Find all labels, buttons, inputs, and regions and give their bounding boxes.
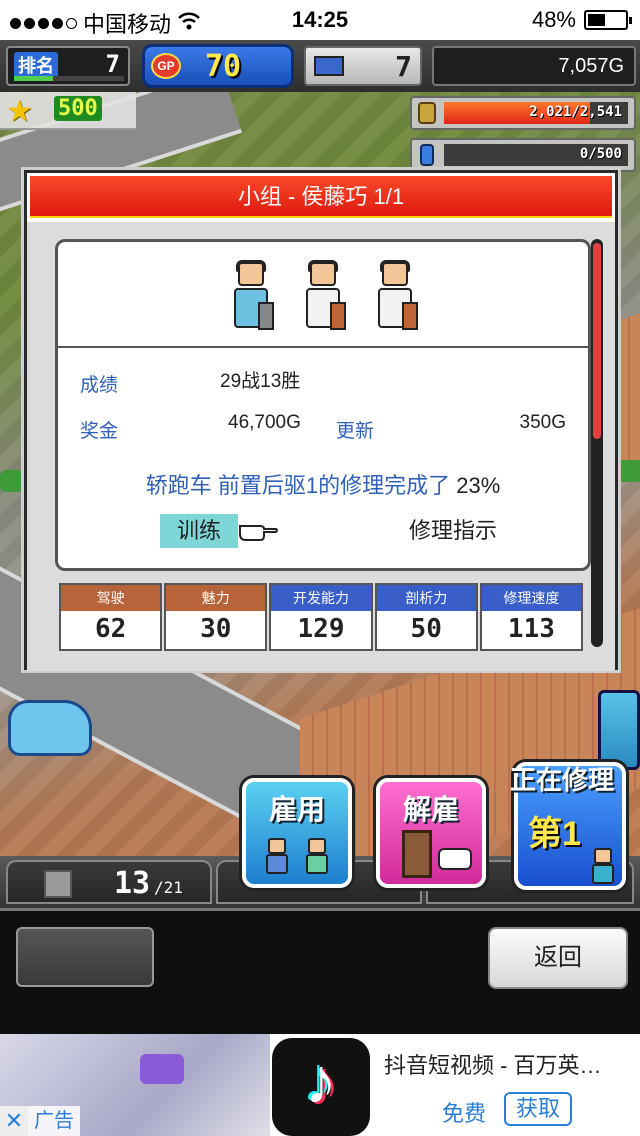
research-text: 2,021/2,541: [529, 104, 622, 120]
stat-label: 剖析力: [376, 585, 476, 611]
repair-instructions-button[interactable]: 修理指示: [378, 514, 528, 548]
mechanic-avatar-2[interactable]: [370, 260, 420, 332]
gp-value: 70: [205, 49, 242, 84]
person-icon: [590, 848, 616, 884]
record-label: 成绩: [80, 375, 119, 396]
close-icon[interactable]: ✕: [0, 1106, 28, 1136]
gp-coin-icon: GP: [151, 53, 181, 79]
mechanic-avatar-1[interactable]: [298, 260, 348, 332]
stat-label: 驾驶: [61, 585, 161, 611]
repair-progress-message: 轿跑车 前置后驱1的修理完成了: [145, 473, 451, 498]
ad-price: 免费: [442, 1101, 487, 1126]
record-value: 29战13胜: [220, 371, 301, 392]
star-points: ★ 500: [0, 92, 136, 130]
member-count: 13: [114, 866, 151, 901]
car-sprite[interactable]: [8, 700, 92, 756]
coin-stack-icon: [418, 102, 436, 124]
stat-driving: 驾驶 62: [59, 583, 163, 651]
fire-button[interactable]: 解雇: [376, 778, 486, 888]
battery-icon: [584, 10, 632, 30]
stat-value: 129: [271, 611, 371, 649]
prize-value: 46,700G: [228, 412, 301, 433]
stat-development: 开发能力 129: [269, 583, 373, 651]
rank-badge: 第1: [528, 815, 581, 853]
fuel-text: 0/500: [579, 146, 622, 162]
stat-value: 30: [166, 611, 266, 649]
research-bar: 2,021/2,541: [410, 96, 636, 130]
empty-slot-button[interactable]: [16, 927, 154, 987]
tab-members[interactable]: 13 /21: [6, 860, 212, 904]
ad-image[interactable]: ✕ 广告: [0, 1034, 270, 1136]
crate-icon: [44, 870, 72, 898]
hire-button[interactable]: 雇用: [242, 778, 352, 888]
top-hud: 排名 7 GP 70 7 7,057G: [0, 40, 640, 92]
team-dialog: 小组 - 侯藤巧 1/1 成绩 29战13胜 奖金 46,700G 更新 350…: [24, 170, 618, 671]
stat-label: 开发能力: [271, 585, 371, 611]
stat-repair-speed: 修理速度 113: [479, 583, 584, 651]
driver-avatar[interactable]: [226, 260, 276, 332]
computer-value: 7: [395, 50, 412, 83]
stat-label: 魅力: [166, 585, 266, 611]
door-icon: [402, 830, 432, 878]
hire-label: 雇用: [268, 794, 325, 825]
team-card: 成绩 29战13胜 奖金 46,700G 更新 350G 轿跑车 前置后驱1的修…: [55, 239, 591, 571]
repair-progress: 轿跑车 前置后驱1的修理完成了 23%: [58, 468, 588, 500]
computer-icon: [314, 56, 344, 76]
stat-value: 50: [376, 611, 476, 649]
rank-progress-bar: [14, 76, 124, 81]
battery-percent: 48%: [531, 7, 576, 32]
team-members: [58, 242, 588, 348]
fire-label: 解雇: [402, 794, 459, 825]
rank-display[interactable]: 排名 7: [6, 46, 130, 86]
fuel-icon: [420, 144, 434, 166]
app-logo-icon[interactable]: ♪: [272, 1038, 370, 1136]
ad-title[interactable]: 抖音短视频 - 百万英…: [384, 1048, 634, 1080]
ad-banner[interactable]: ✕ 广告 ♪ 抖音短视频 - 百万英… 免费 获取: [0, 1034, 640, 1136]
dialog-title: 小组 - 侯藤巧 1/1: [30, 176, 612, 218]
stats-table: 驾驶 62 魅力 30 开发能力 129 剖析力 50 修理速度 113: [59, 583, 584, 651]
repairing-label: 正在修理: [510, 765, 615, 795]
stat-value: 62: [61, 611, 161, 649]
star-icon: ★: [6, 95, 33, 128]
rank-value: 7: [105, 50, 120, 78]
get-button[interactable]: 获取: [504, 1092, 572, 1126]
trash-bin-sprite: [598, 690, 640, 770]
repairing-rank-button[interactable]: 正在修理 第1: [510, 762, 626, 890]
stat-analysis: 剖析力 50: [374, 583, 478, 651]
computer-display[interactable]: 7: [304, 46, 422, 86]
battery: 48%: [531, 7, 632, 33]
rank-label: 排名: [14, 52, 58, 78]
pointing-hand-icon: [438, 848, 472, 870]
stat-label: 修理速度: [481, 585, 582, 611]
star-value: 500: [54, 96, 102, 121]
bottom-panel: 返回: [0, 908, 640, 1034]
pointing-hand-icon: [238, 516, 278, 544]
member-max: /21: [154, 878, 183, 897]
stat-value: 113: [481, 611, 582, 649]
person-icon: [264, 838, 290, 874]
status-bar: 中国移动 14:25 48%: [0, 0, 640, 40]
stat-charm: 魅力 30: [164, 583, 268, 651]
gp-display[interactable]: GP 70: [142, 44, 294, 88]
renew-value: 350G: [519, 412, 566, 433]
money-display: 7,057G: [432, 46, 636, 86]
back-button[interactable]: 返回: [488, 927, 628, 989]
train-button[interactable]: 训练: [160, 514, 238, 548]
prize-label: 奖金: [80, 421, 119, 442]
fuel-bar: 0/500: [410, 138, 636, 172]
repair-progress-percent: 23%: [456, 473, 501, 498]
dialog-scrollbar[interactable]: [591, 239, 603, 647]
renew-label: 更新: [336, 421, 375, 442]
ad-label: 广告: [28, 1106, 80, 1136]
person-icon: [304, 838, 330, 874]
